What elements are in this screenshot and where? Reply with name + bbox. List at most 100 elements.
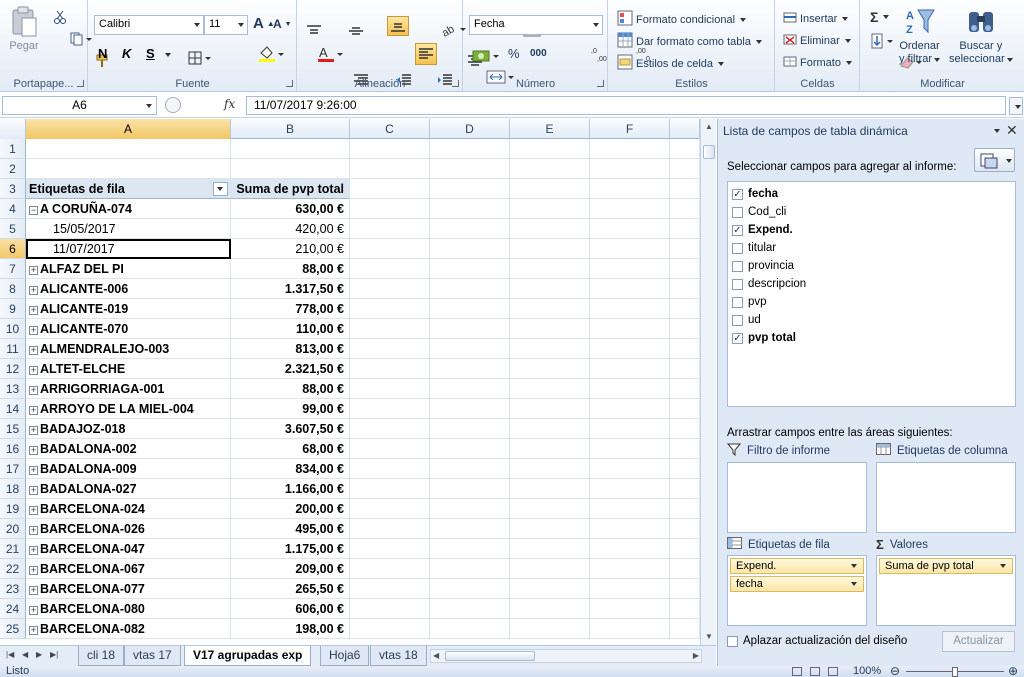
empty-cell[interactable] (430, 439, 510, 459)
zoom-out-icon[interactable]: ⊖ (890, 666, 900, 677)
row-header[interactable]: 7 (0, 259, 26, 279)
empty-cell[interactable] (510, 339, 590, 359)
cell-a[interactable]: + BARCELONA-082 (26, 619, 231, 639)
cell-b[interactable]: 2.321,50 € (231, 359, 350, 379)
field-checkbox[interactable] (732, 260, 743, 272)
cell-b[interactable] (231, 139, 350, 159)
pivot-field-item[interactable]: ✓ Expend. (732, 221, 793, 239)
fill-color-icon[interactable] (258, 45, 285, 66)
cell-a[interactable]: 11/07/2017 (26, 239, 231, 259)
cell-a[interactable]: − A CORUÑA-074 (26, 199, 231, 219)
field-checkbox[interactable]: ✓ (732, 188, 743, 200)
font-size-select[interactable]: 11 (204, 15, 248, 35)
update-button[interactable]: Actualizar (942, 631, 1015, 652)
empty-cell[interactable] (590, 299, 670, 319)
empty-cell[interactable] (590, 479, 670, 499)
row-header[interactable]: 21 (0, 539, 26, 559)
empty-cell[interactable] (350, 479, 430, 499)
cell-b[interactable]: 606,00 € (231, 599, 350, 619)
empty-cell[interactable] (350, 319, 430, 339)
row-header[interactable]: 13 (0, 379, 26, 399)
vertical-scrollbar[interactable]: ▲ ▼ (700, 119, 716, 645)
column-labels-drop-area[interactable] (876, 462, 1016, 533)
insert-function-button[interactable]: fx (224, 97, 235, 111)
empty-cell[interactable] (430, 619, 510, 639)
empty-cell[interactable] (350, 299, 430, 319)
cut-icon[interactable] (53, 10, 67, 27)
empty-cell[interactable] (670, 579, 700, 599)
empty-cell[interactable] (350, 219, 430, 239)
row-header[interactable]: 24 (0, 599, 26, 619)
pivot-field-item[interactable]: pvp (732, 293, 767, 311)
cell-a[interactable]: + BARCELONA-077 (26, 579, 231, 599)
panel-options-icon[interactable] (994, 129, 1000, 133)
pivot-field-item[interactable]: provincia (732, 257, 794, 275)
alignment-launcher-icon[interactable] (452, 80, 459, 87)
empty-cell[interactable] (590, 159, 670, 179)
empty-cell[interactable] (510, 499, 590, 519)
field-checkbox[interactable] (732, 278, 743, 290)
cell-a[interactable] (26, 159, 231, 179)
cell-b[interactable]: 110,00 € (231, 319, 350, 339)
cell-a[interactable]: + BADALONA-009 (26, 459, 231, 479)
row-header[interactable]: 22 (0, 559, 26, 579)
empty-cell[interactable] (670, 539, 700, 559)
cell-a[interactable]: Etiquetas de fila (26, 179, 231, 199)
empty-cell[interactable] (670, 559, 700, 579)
align-bottom-icon[interactable] (387, 16, 410, 36)
empty-cell[interactable] (670, 259, 700, 279)
row-header[interactable]: 11 (0, 339, 26, 359)
empty-cell[interactable] (670, 419, 700, 439)
empty-cell[interactable] (670, 319, 700, 339)
row-header[interactable]: 12 (0, 359, 26, 379)
row-header[interactable]: 6 (0, 239, 26, 259)
number-launcher-icon[interactable] (597, 80, 604, 87)
empty-cell[interactable] (430, 279, 510, 299)
empty-cell[interactable] (350, 199, 430, 219)
scroll-down-icon[interactable]: ▼ (703, 631, 715, 643)
empty-cell[interactable] (430, 179, 510, 199)
expand-icon[interactable]: + (29, 486, 38, 495)
italic-button[interactable]: K (122, 46, 131, 61)
row-header[interactable]: 15 (0, 419, 26, 439)
pivot-field-item[interactable]: titular (732, 239, 776, 257)
empty-cell[interactable] (430, 599, 510, 619)
expand-icon[interactable]: + (29, 446, 38, 455)
empty-cell[interactable] (350, 459, 430, 479)
cell-a[interactable]: + ALFAZ DEL PI (26, 259, 231, 279)
empty-cell[interactable] (350, 279, 430, 299)
horizontal-scroll-thumb[interactable] (445, 651, 535, 661)
empty-cell[interactable] (510, 139, 590, 159)
cell-b[interactable]: Suma de pvp total (231, 179, 350, 199)
empty-cell[interactable] (510, 399, 590, 419)
column-header-d[interactable]: D (430, 119, 510, 139)
cell-a[interactable]: + BARCELONA-047 (26, 539, 231, 559)
defer-update-option[interactable]: Aplazar actualización del diseño (727, 635, 907, 647)
expand-icon[interactable]: + (29, 566, 38, 575)
empty-cell[interactable] (430, 579, 510, 599)
empty-cell[interactable] (430, 319, 510, 339)
expand-icon[interactable]: + (29, 366, 38, 375)
row-header[interactable]: 23 (0, 579, 26, 599)
expand-icon[interactable]: + (29, 506, 38, 515)
report-filter-drop-area[interactable] (727, 462, 867, 533)
sheet-tab[interactable]: cli 18 (78, 646, 125, 666)
cell-b[interactable]: 834,00 € (231, 459, 350, 479)
empty-cell[interactable] (350, 399, 430, 419)
empty-cell[interactable] (590, 179, 670, 199)
expand-icon[interactable]: + (29, 626, 38, 635)
expand-icon[interactable]: + (29, 266, 38, 275)
empty-cell[interactable] (430, 139, 510, 159)
empty-cell[interactable] (510, 439, 590, 459)
cell-a[interactable]: + BADALONA-027 (26, 479, 231, 499)
cell-a[interactable]: + BADALONA-002 (26, 439, 231, 459)
row-header[interactable]: 3 (0, 179, 26, 199)
row-header[interactable]: 10 (0, 319, 26, 339)
autosum-button[interactable]: Σ (870, 9, 890, 25)
empty-cell[interactable] (350, 179, 430, 199)
empty-cell[interactable] (510, 159, 590, 179)
row-header[interactable]: 25 (0, 619, 26, 639)
clipboard-launcher-icon[interactable] (77, 80, 84, 87)
row-header[interactable]: 5 (0, 219, 26, 239)
empty-cell[interactable] (350, 339, 430, 359)
